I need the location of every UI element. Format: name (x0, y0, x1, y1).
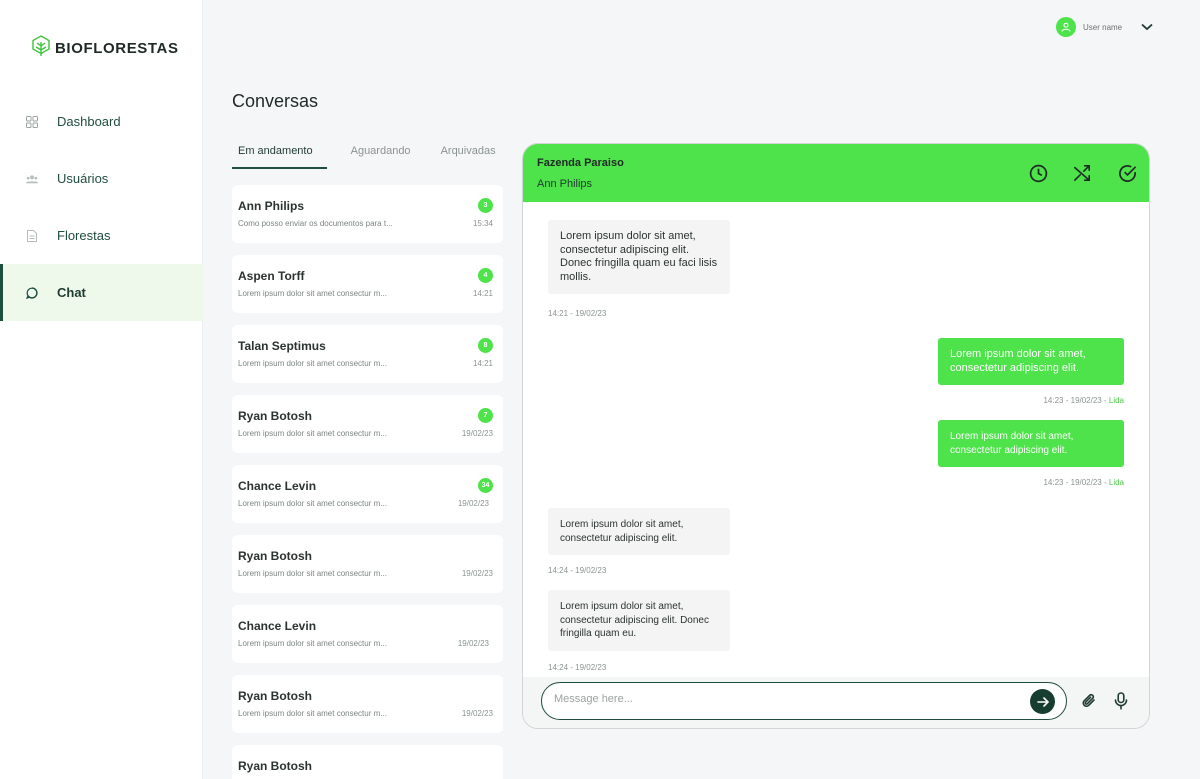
conversation-time: 14:21 (472, 289, 493, 298)
chat-panel: Fazenda Paraiso Ann Philips Lorem ipsum … (522, 143, 1150, 729)
message-preview: Lorem ipsum dolor sit amet consectur m..… (238, 709, 387, 718)
chat-header: Fazenda Paraiso Ann Philips (523, 144, 1149, 202)
conversation-list: Ann Philips Como posso enviar os documen… (232, 185, 503, 779)
conversation-time: 19/02/23 (461, 569, 493, 578)
chat-title: Fazenda Paraiso (537, 157, 624, 169)
list-item[interactable]: Ryan Botosh Lorem ipsum dolor sit amet c… (232, 535, 503, 593)
contact-name: Ryan Botosh (238, 759, 313, 773)
message-preview: Lorem ipsum dolor sit amet consectur m..… (238, 289, 387, 298)
list-item[interactable]: Chance Levin Lorem ipsum dolor sit amet … (232, 605, 503, 663)
unread-badge: 4 (478, 268, 493, 283)
brand-logo[interactable]: BIOFLORESTAS (31, 35, 179, 62)
contact-name: Chance Levin (238, 619, 317, 633)
sidebar-item-label: Usuários (57, 171, 109, 186)
grid-icon (26, 115, 38, 128)
shuffle-icon[interactable] (1072, 163, 1092, 183)
list-item[interactable]: Ryan Botosh (232, 745, 503, 779)
list-item[interactable]: Chance Levin Lorem ipsum dolor sit amet … (232, 465, 503, 523)
message-timestamp: 14:23 - 19/02/23 - (1043, 396, 1109, 405)
message-input-wrapper (541, 682, 1067, 720)
message-meta: 14:23 - 19/02/23 - Lida (1043, 478, 1124, 487)
message-preview: Lorem ipsum dolor sit amet consectur m..… (238, 639, 387, 648)
sidebar-nav: Dashboard Usuários Florestas Chat (0, 93, 203, 321)
brand-name: BIOFLORESTAS (55, 40, 179, 57)
sidebar-item-usuarios[interactable]: Usuários (0, 150, 203, 207)
clock-icon[interactable] (1028, 163, 1048, 183)
unread-badge: 3 (478, 198, 493, 213)
conversation-time: 15:34 (472, 219, 493, 228)
message-timestamp: 14:23 - 19/02/23 - (1043, 478, 1109, 487)
message-meta: 14:24 - 19/02/23 (548, 663, 606, 672)
sidebar: BIOFLORESTAS Dashboard Usuários Floresta… (0, 0, 203, 779)
conversation-time: 19/02/23 (457, 499, 489, 508)
message-timestamp: 14:24 - 19/02/23 (548, 663, 607, 672)
conversation-time: 19/02/23 (457, 639, 489, 648)
send-button[interactable] (1030, 689, 1055, 714)
incoming-message: Lorem ipsum dolor sit amet, consectetur … (548, 220, 730, 294)
outgoing-message: Lorem ipsum dolor sit amet, consectetur … (938, 420, 1124, 467)
incoming-message: Lorem ipsum dolor sit amet, consectetur … (548, 590, 730, 651)
message-preview: Lorem ipsum dolor sit amet consectur m..… (238, 359, 387, 368)
list-item[interactable]: Ryan Botosh Lorem ipsum dolor sit amet c… (232, 675, 503, 733)
message-timestamp: 14:24 - 19/02/23 (548, 566, 607, 575)
contact-name: Ann Philips (238, 199, 304, 213)
paperclip-icon[interactable] (1079, 691, 1099, 711)
chevron-down-icon[interactable] (1141, 18, 1153, 36)
conversation-time: 19/02/23 (461, 429, 493, 438)
avatar (1056, 17, 1076, 37)
message-preview: Lorem ipsum dolor sit amet consectur m..… (238, 499, 387, 508)
conversation-tabs: Em andamento Aguardando Arquivadas (232, 145, 520, 169)
tab-aguardando[interactable]: Aguardando (345, 145, 417, 169)
contact-name: Ryan Botosh (238, 409, 313, 423)
chat-icon (26, 286, 38, 299)
incoming-message: Lorem ipsum dolor sit amet, consectetur … (548, 508, 730, 555)
message-meta: 14:21 - 19/02/23 (548, 309, 606, 318)
document-icon (26, 229, 38, 242)
contact-name: Aspen Torff (238, 269, 305, 283)
microphone-icon[interactable] (1111, 691, 1131, 711)
tab-em-andamento[interactable]: Em andamento (232, 145, 327, 169)
unread-badge: 8 (478, 338, 493, 353)
user-menu[interactable]: User name (1056, 17, 1153, 37)
read-status: Lida (1108, 396, 1124, 405)
list-item[interactable]: Aspen Torff Lorem ipsum dolor sit amet c… (232, 255, 503, 313)
sidebar-item-chat[interactable]: Chat (0, 264, 203, 321)
check-circle-icon[interactable] (1117, 163, 1137, 183)
read-status: Lida (1108, 478, 1124, 487)
unread-badge: 34 (478, 478, 493, 493)
message-composer (523, 677, 1149, 728)
message-meta: 14:24 - 19/02/23 (548, 566, 606, 575)
message-meta: 14:23 - 19/02/23 - Lida (1043, 396, 1124, 405)
conversation-time: 19/02/23 (461, 709, 493, 718)
list-item[interactable]: Ryan Botosh Lorem ipsum dolor sit amet c… (232, 395, 503, 453)
contact-name: Ryan Botosh (238, 689, 313, 703)
chat-contact-name: Ann Philips (537, 178, 593, 190)
message-timestamp: 14:21 - 19/02/23 (548, 309, 607, 318)
unread-badge: 7 (478, 408, 493, 423)
page-title: Conversas (232, 91, 319, 111)
message-preview: Lorem ipsum dolor sit amet consectur m..… (238, 429, 387, 438)
tree-logo-icon (31, 35, 51, 62)
message-preview: Lorem ipsum dolor sit amet consectur m..… (238, 569, 387, 578)
sidebar-item-label: Chat (57, 285, 86, 300)
sidebar-item-florestas[interactable]: Florestas (0, 207, 203, 264)
conversation-time: 14:21 (472, 359, 493, 368)
message-preview: Como posso enviar os documentos para t..… (238, 219, 393, 228)
user-name: User name (1083, 22, 1123, 32)
contact-name: Talan Septimus (238, 339, 326, 353)
sidebar-item-label: Dashboard (57, 114, 121, 129)
list-item[interactable]: Ann Philips Como posso enviar os documen… (232, 185, 503, 243)
contact-name: Chance Levin (238, 479, 317, 493)
outgoing-message: Lorem ipsum dolor sit amet, consectetur … (938, 338, 1124, 385)
list-item[interactable]: Talan Septimus Lorem ipsum dolor sit ame… (232, 325, 503, 383)
sidebar-item-label: Florestas (57, 228, 111, 243)
sidebar-item-dashboard[interactable]: Dashboard (0, 93, 203, 150)
tab-arquivadas[interactable]: Arquivadas (435, 145, 502, 169)
message-input[interactable] (554, 693, 1014, 705)
users-icon (26, 173, 38, 185)
contact-name: Ryan Botosh (238, 549, 313, 563)
